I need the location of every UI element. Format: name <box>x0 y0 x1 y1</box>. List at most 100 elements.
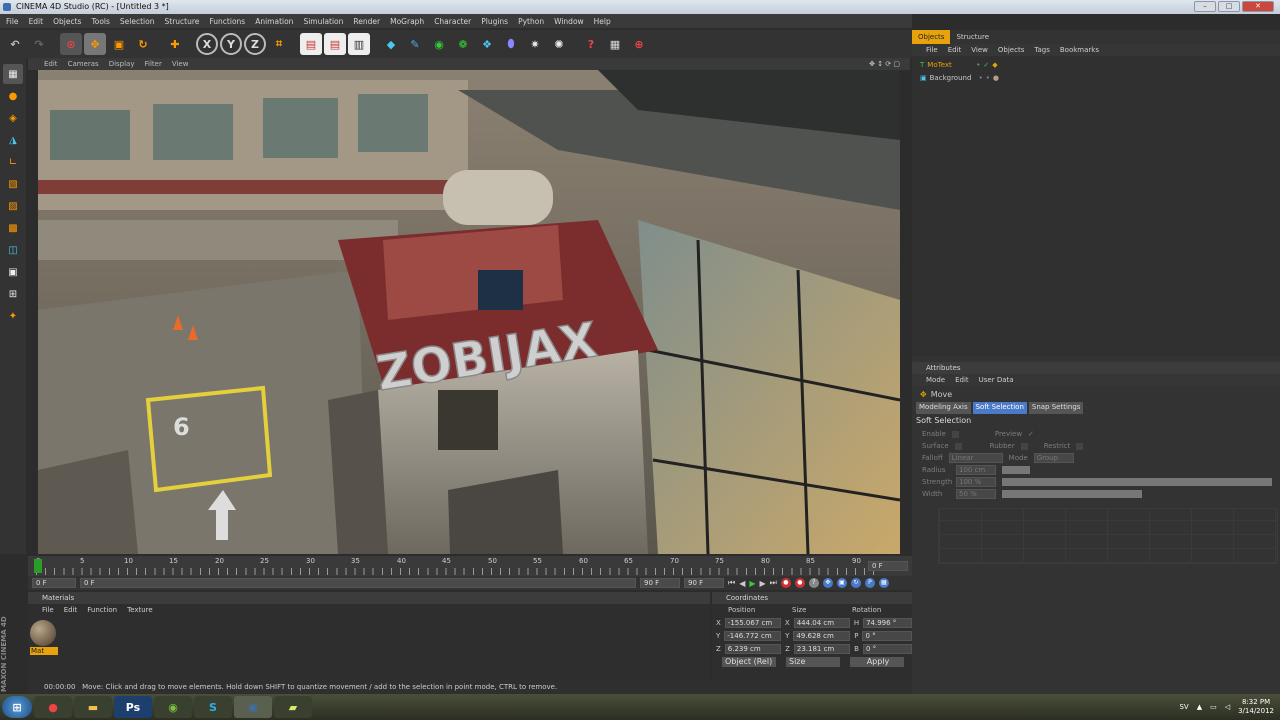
preview-checkbox[interactable]: ✓ <box>1028 430 1034 438</box>
menu-functions[interactable]: Functions <box>209 17 245 26</box>
move-tool-icon[interactable]: ✥ <box>84 33 106 55</box>
rotation-p-field[interactable]: 0 ° <box>862 630 912 641</box>
width-field[interactable]: 50 % <box>956 489 996 499</box>
spotify-icon[interactable]: ◉ <box>154 696 192 718</box>
size-x-field[interactable]: 444.04 cm <box>793 617 850 628</box>
scale-key-icon[interactable]: ▣ <box>836 578 847 588</box>
keyframe-selection-icon[interactable]: ? <box>808 578 819 588</box>
viewport-menu-view[interactable]: View <box>172 60 189 68</box>
tag-icon[interactable]: ◆ <box>992 61 997 69</box>
z-axis-icon[interactable]: Z <box>244 33 266 55</box>
play-icon[interactable]: ▶ <box>749 579 755 588</box>
position-z-field[interactable]: 6.239 cm <box>724 643 782 654</box>
deformer-icon[interactable]: ❖ <box>476 33 498 55</box>
close-button[interactable]: ✕ <box>1242 1 1274 12</box>
size-y-field[interactable]: 49.628 cm <box>793 630 851 641</box>
uv-mode-icon[interactable]: ▩ <box>3 218 23 238</box>
spline-pen-icon[interactable]: ✎ <box>404 33 426 55</box>
camera-icon[interactable]: ✷ <box>524 33 546 55</box>
start-button[interactable]: ⊞ <box>2 696 32 718</box>
visibility-dots-icon[interactable]: • <box>986 74 990 82</box>
maximize-button[interactable]: □ <box>1218 1 1240 12</box>
live-selection-icon[interactable]: ⊙ <box>60 33 82 55</box>
viewport-menu-display[interactable]: Display <box>109 60 135 68</box>
timeline-ruler[interactable]: 0 5 10 15 20 25 30 35 40 45 50 55 60 65 … <box>28 556 912 576</box>
rotation-b-field[interactable]: 0 ° <box>862 643 912 654</box>
photoshop-icon[interactable]: Ps <box>114 696 152 718</box>
menu-structure[interactable]: Structure <box>165 17 200 26</box>
menu-selection[interactable]: Selection <box>120 17 155 26</box>
redo-icon[interactable]: ↷ <box>28 33 50 55</box>
undo-icon[interactable]: ↶ <box>4 33 26 55</box>
strength-slider[interactable] <box>1002 478 1272 486</box>
menu-file[interactable]: File <box>6 17 19 26</box>
volume-icon[interactable]: ◁ <box>1225 703 1230 711</box>
render-settings-icon[interactable]: ▥ <box>348 33 370 55</box>
viewport-menu-cameras[interactable]: Cameras <box>68 60 99 68</box>
menu-edit[interactable]: Edit <box>29 17 44 26</box>
size-z-field[interactable]: 23.181 cm <box>793 643 851 654</box>
objects-menu-file[interactable]: File <box>926 46 938 54</box>
materials-menu-function[interactable]: Function <box>87 606 117 614</box>
prev-key-icon[interactable]: ◀ <box>739 579 745 588</box>
attributes-menu-mode[interactable]: Mode <box>926 376 945 384</box>
tab-modeling-axis[interactable]: Modeling Axis <box>916 402 971 414</box>
mode-select[interactable]: Group <box>1033 453 1074 463</box>
apply-button[interactable]: Apply <box>850 657 904 667</box>
record-icon[interactable]: ● <box>780 578 791 588</box>
texture-tool-icon[interactable]: ◈ <box>3 108 23 128</box>
tab-objects[interactable]: Objects <box>912 30 951 44</box>
menu-animation[interactable]: Animation <box>255 17 293 26</box>
add-object-icon[interactable]: ✚ <box>164 33 186 55</box>
max-frame-field[interactable]: 90 F <box>640 578 680 588</box>
menu-mograph[interactable]: MoGraph <box>390 17 424 26</box>
rotation-key-icon[interactable]: ↻ <box>850 578 861 588</box>
render-view-icon[interactable]: ▤ <box>300 33 322 55</box>
enabled-check-icon[interactable]: ✓ <box>983 61 989 69</box>
pla-key-icon[interactable]: ▦ <box>878 578 889 588</box>
next-key-icon[interactable]: ▶ <box>760 579 766 588</box>
min-frame-field[interactable]: 0 F <box>80 578 636 588</box>
surface-checkbox[interactable] <box>954 442 962 450</box>
object-row-motext[interactable]: T MoText • ✓ ◆ <box>912 58 1280 71</box>
objects-menu-objects[interactable]: Objects <box>998 46 1024 54</box>
3d-viewport[interactable]: 6 ZOBIJAX <box>38 70 900 554</box>
tab-snap-settings[interactable]: Snap Settings <box>1028 402 1084 414</box>
model-tool-icon[interactable]: ● <box>3 86 23 106</box>
minimize-button[interactable]: – <box>1194 1 1216 12</box>
make-editable-icon[interactable]: ▦ <box>3 64 23 84</box>
menu-character[interactable]: Character <box>434 17 471 26</box>
start-frame-field[interactable]: 0 F <box>32 578 76 588</box>
restrict-checkbox[interactable] <box>1076 442 1084 450</box>
clock[interactable]: 8:32 PM 3/14/2012 <box>1238 698 1274 716</box>
x-axis-icon[interactable]: X <box>196 33 218 55</box>
workplane-icon[interactable]: ◫ <box>3 240 23 260</box>
menu-tools[interactable]: Tools <box>91 17 109 26</box>
network-icon[interactable]: ▭ <box>1210 703 1217 711</box>
light-icon[interactable]: ✺ <box>548 33 570 55</box>
layout-icon[interactable]: ▦ <box>604 33 626 55</box>
position-key-icon[interactable]: ✥ <box>822 578 833 588</box>
help-icon[interactable]: ? <box>580 33 602 55</box>
coordinate-mode-select[interactable]: Object (Rel) <box>722 657 776 667</box>
objects-menu-tags[interactable]: Tags <box>1034 46 1050 54</box>
y-axis-icon[interactable]: Y <box>220 33 242 55</box>
notes-icon[interactable]: ▰ <box>274 696 312 718</box>
enable-checkbox[interactable] <box>951 430 959 438</box>
tab-structure[interactable]: Structure <box>950 30 995 44</box>
points-mode-icon[interactable]: ◮ <box>3 130 23 150</box>
current-frame-field[interactable]: 0 F <box>868 561 908 571</box>
edges-mode-icon[interactable]: ▧ <box>3 174 23 194</box>
chrome-icon[interactable]: ● <box>34 696 72 718</box>
array-icon[interactable]: ❁ <box>452 33 474 55</box>
nurbs-icon[interactable]: ◉ <box>428 33 450 55</box>
objects-menu-view[interactable]: View <box>971 46 988 54</box>
material-swatch[interactable]: Mat <box>30 620 58 656</box>
lock-workplane-icon[interactable]: ⊞ <box>3 284 23 304</box>
menu-plugins[interactable]: Plugins <box>481 17 508 26</box>
object-name[interactable]: MoText <box>927 61 973 69</box>
explorer-icon[interactable]: ▬ <box>74 696 112 718</box>
falloff-select[interactable]: Linear <box>948 453 1003 463</box>
viewport-nav-icons[interactable]: ✥ ↕ ⟳ ▢ <box>869 60 900 68</box>
materials-menu-texture[interactable]: Texture <box>127 606 153 614</box>
